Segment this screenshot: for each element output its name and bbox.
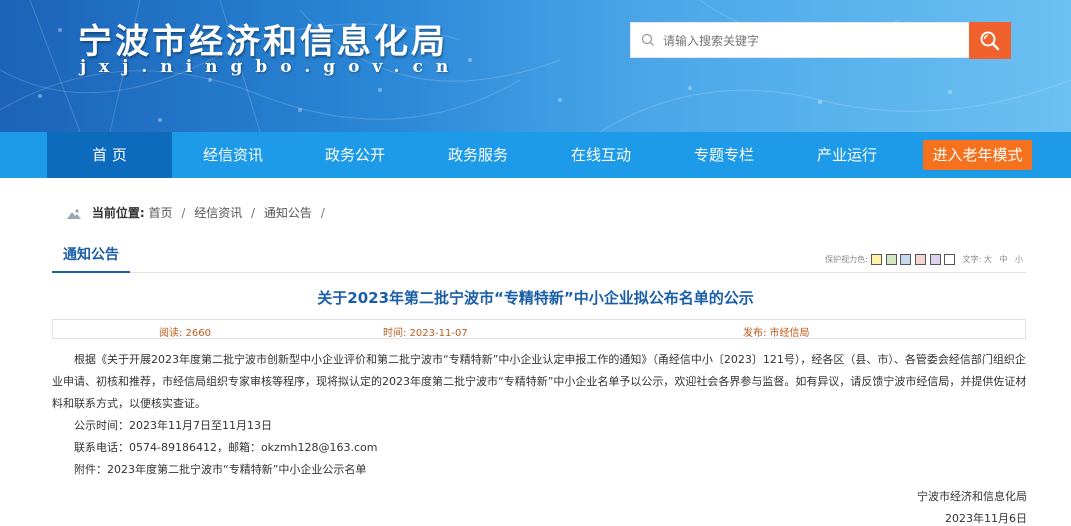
search-input[interactable]: [661, 23, 965, 59]
nav-item-interaction[interactable]: 在线互动: [540, 132, 662, 178]
breadcrumb-separator: /: [181, 206, 186, 220]
font-size-large[interactable]: 大: [984, 255, 992, 264]
search-icon: [641, 33, 654, 46]
breadcrumb: 当前位置: 首页 / 经信资讯 / 通知公告 /: [66, 204, 330, 221]
breadcrumb-separator: /: [251, 206, 256, 220]
eye-color-purple[interactable]: [929, 254, 941, 265]
attachment-link[interactable]: 附件：2023年度第二批宁波市“专精特新”中小企业公示名单: [52, 459, 1027, 481]
breadcrumb-separator: /: [320, 206, 325, 220]
eye-color-pink[interactable]: [915, 254, 927, 265]
read-count: 阅读: 2660: [159, 328, 211, 339]
eye-protection-label: 保护视力色:: [825, 255, 868, 264]
font-size-small[interactable]: 小: [1015, 255, 1023, 264]
header-banner: 宁波市经济和信息化局 jxj.ningbo.gov.cn: [0, 0, 1071, 132]
article-meta: 阅读: 2660 时间: 2023-11-07 发布: 市经信局: [52, 319, 1026, 339]
search-button[interactable]: [969, 22, 1011, 59]
contact-info: 联系电话：0574-89186412，邮箱：okzmh128@163.com: [74, 441, 378, 454]
eye-color-white[interactable]: [944, 254, 956, 265]
breadcrumb-news[interactable]: 经信资讯: [194, 206, 242, 220]
elder-mode-button[interactable]: 进入老年模式: [923, 140, 1032, 170]
eye-color-green[interactable]: [885, 254, 897, 265]
nav-item-topics[interactable]: 专题专栏: [662, 132, 786, 178]
font-size-label: 文字:: [962, 255, 982, 264]
eye-color-blue[interactable]: [900, 254, 912, 265]
reading-tools: 保护视力色: 文字: 大 中 小: [825, 254, 1023, 265]
font-size-medium[interactable]: 中: [999, 255, 1007, 264]
magnifier-icon: [980, 31, 1000, 51]
breadcrumb-prefix: 当前位置:: [91, 206, 145, 220]
breadcrumb-notices[interactable]: 通知公告: [264, 206, 312, 220]
notice-period: 公示时间：2023年11月7日至11月13日: [74, 419, 272, 432]
search-box: [630, 22, 970, 59]
article-paragraph: 根据《关于开展2023年度第二批宁波市创新型中小企业评价和第二批宁波市“专精特新…: [52, 353, 1027, 410]
signature: 宁波市经济和信息化局: [917, 490, 1027, 503]
nav-item-services[interactable]: 政务服务: [416, 132, 540, 178]
nav-item-gov-affairs[interactable]: 政务公开: [294, 132, 416, 178]
nav-item-news[interactable]: 经信资讯: [172, 132, 294, 178]
site-title[interactable]: 宁波市经济和信息化局: [78, 14, 448, 63]
signature-date: 2023年11月6日: [945, 512, 1027, 525]
location-icon: [67, 208, 81, 219]
article-body: 根据《关于开展2023年度第二批宁波市创新型中小企业评价和第二批宁波市“专精特新…: [52, 349, 1027, 481]
main-nav: 首 页 经信资讯 政务公开 政务服务 在线互动 专题专栏 产业运行 进入老年模式: [0, 132, 1071, 178]
site-domain: jxj.ningbo.gov.cn: [80, 57, 462, 77]
publish-time: 时间: 2023-11-07: [383, 328, 468, 339]
breadcrumb-home[interactable]: 首页: [148, 206, 172, 220]
section-header: 通知公告 保护视力色: 文字: 大 中 小: [52, 242, 1027, 273]
article-title: 关于2023年第二批宁波市“专精特新”中小企业拟公布名单的公示: [317, 289, 754, 307]
eye-color-yellow[interactable]: [871, 254, 883, 265]
publish-source: 发布: 市经信局: [743, 328, 810, 339]
section-tab-notices[interactable]: 通知公告: [52, 242, 130, 273]
nav-item-home[interactable]: 首 页: [47, 132, 172, 178]
nav-item-industry[interactable]: 产业运行: [786, 132, 908, 178]
